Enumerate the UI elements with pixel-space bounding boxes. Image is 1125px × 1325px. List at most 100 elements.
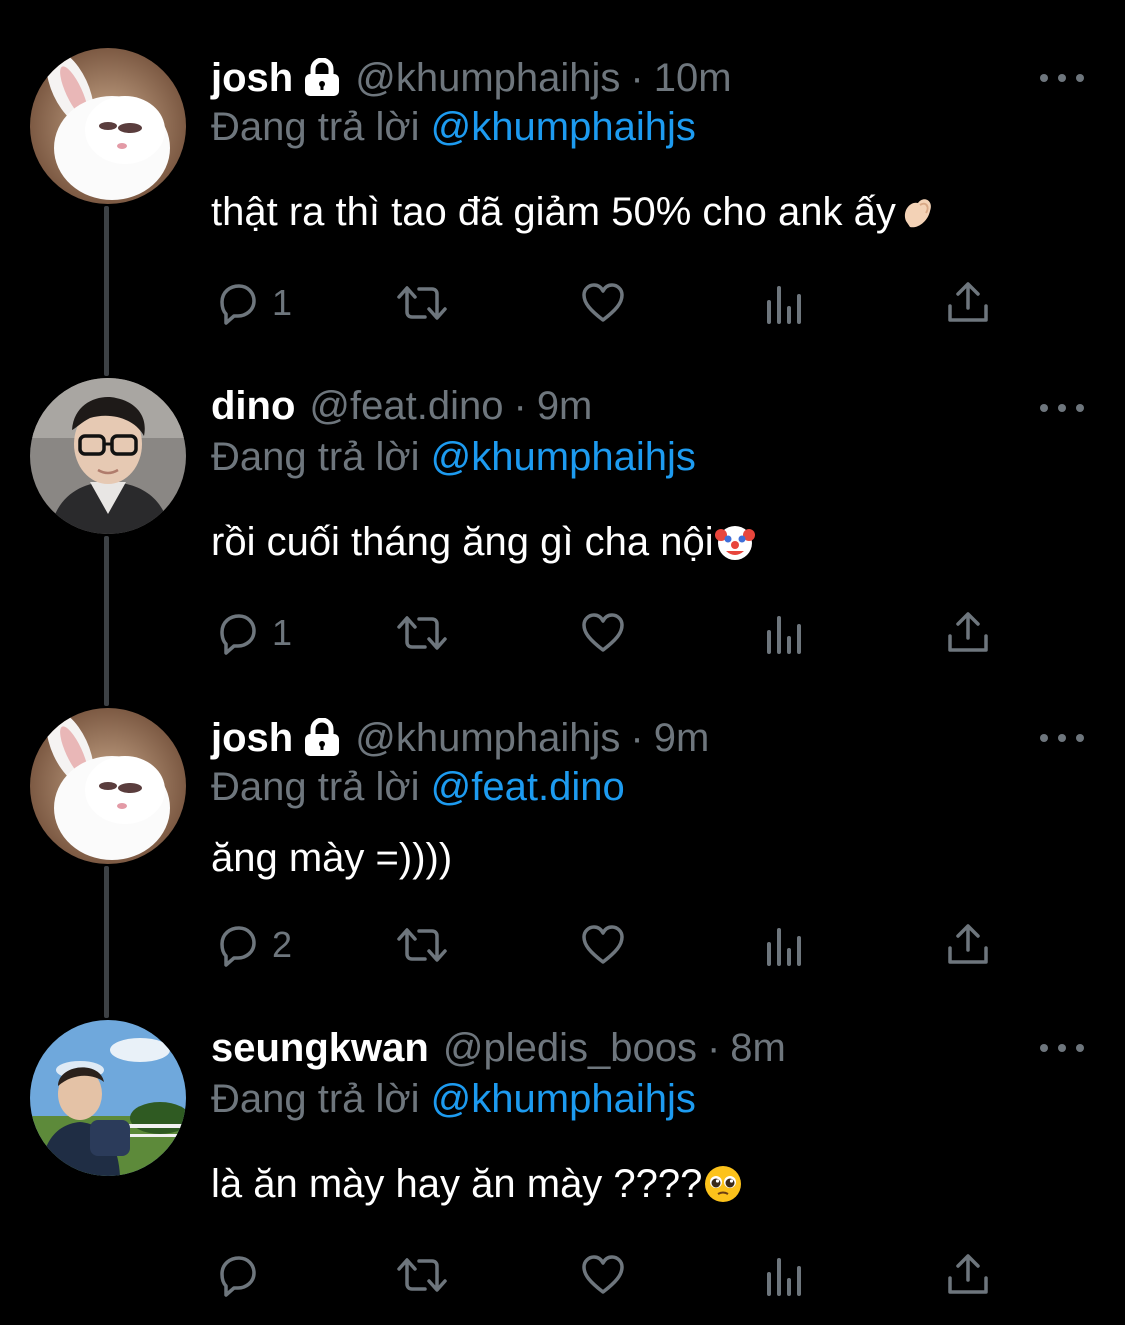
retweet-button[interactable] <box>395 920 449 970</box>
mention-link[interactable]: @khumphaihjs <box>431 435 696 479</box>
tweet-text: rồi cuối tháng ăng gì cha nội <box>211 516 756 568</box>
heart-icon <box>582 925 624 964</box>
reply-icon <box>220 1256 256 1297</box>
analytics-button[interactable] <box>764 1250 810 1300</box>
retweet-icon <box>397 616 447 650</box>
more-options-icon[interactable] <box>1040 398 1084 418</box>
tweet-actions: 2 <box>0 920 1125 970</box>
tweet-header: seungkwan @pledis_boos · 8m <box>211 1022 786 1074</box>
reply-icon <box>220 926 256 967</box>
reply-button[interactable] <box>214 1250 272 1300</box>
tweet[interactable]: seungkwan @pledis_boos · 8m Đang trả lời… <box>0 1020 1125 1310</box>
timestamp[interactable]: 9m <box>654 712 710 764</box>
user-handle[interactable]: @khumphaihjs <box>355 712 620 764</box>
mention-link[interactable]: @khumphaihjs <box>431 1077 696 1121</box>
tweet-header: josh @khumphaihjs · 9m <box>211 712 709 764</box>
tweet-actions: 1 <box>0 608 1125 658</box>
avatar[interactable] <box>30 1020 186 1176</box>
tweet[interactable]: dino @feat.dino · 9m Đang trả lời @khump… <box>0 378 1125 678</box>
tweet-body: ăng mày =)))) <box>211 836 453 880</box>
avatar[interactable] <box>30 708 186 864</box>
analytics-icon <box>767 286 801 324</box>
timestamp[interactable]: 8m <box>730 1022 786 1074</box>
avatar[interactable] <box>30 48 186 204</box>
tweet-text: thật ra thì tao đã giảm 50% cho ank ấy <box>211 186 938 238</box>
display-name[interactable]: josh <box>211 52 293 104</box>
separator-dot: · <box>630 716 644 760</box>
analytics-icon <box>767 616 801 654</box>
like-button[interactable] <box>580 278 626 328</box>
tweet[interactable]: josh @khumphaihjs · 10m Đang trả lời @kh… <box>0 48 1125 348</box>
share-button[interactable] <box>945 920 991 970</box>
like-button[interactable] <box>580 608 626 658</box>
outdoor-person-avatar <box>30 1020 186 1176</box>
tweet-body: rồi cuối tháng ăng gì cha nội <box>211 520 714 564</box>
tweet-actions <box>0 1250 1125 1300</box>
reply-count: 1 <box>272 612 293 653</box>
heart-icon <box>582 1255 624 1294</box>
mention-link[interactable]: @feat.dino <box>431 765 625 809</box>
replying-to-label: Đang trả lời <box>211 435 420 479</box>
separator-dot: · <box>513 384 527 428</box>
mention-link[interactable]: @khumphaihjs <box>431 105 696 149</box>
heart-icon <box>582 613 624 652</box>
pinching-hand-emoji <box>904 199 931 228</box>
reply-icon <box>220 614 256 655</box>
like-button[interactable] <box>580 1250 626 1300</box>
replying-to-label: Đang trả lời <box>211 1077 420 1121</box>
separator-dot: · <box>706 1026 721 1070</box>
analytics-icon <box>767 1258 801 1296</box>
replying-to: Đang trả lời @khumphaihjs <box>211 432 696 482</box>
tweet-body: thật ra thì tao đã giảm 50% cho ank ấy <box>211 190 896 234</box>
retweet-button[interactable] <box>395 278 449 328</box>
display-name[interactable]: josh <box>211 712 293 764</box>
share-button[interactable] <box>945 1250 991 1300</box>
glasses-person-avatar <box>30 378 186 534</box>
clown-face-emoji <box>714 526 755 560</box>
tweet-actions: 1 <box>0 278 1125 328</box>
more-options-icon[interactable] <box>1040 1038 1084 1058</box>
reply-button[interactable]: 2 <box>214 920 292 970</box>
heart-icon <box>582 283 624 322</box>
separator-dot: · <box>630 56 644 100</box>
share-button[interactable] <box>945 278 991 328</box>
replying-to: Đang trả lời @feat.dino <box>211 762 625 812</box>
user-handle[interactable]: @khumphaihjs <box>355 52 620 104</box>
tweet-text: ăng mày =)))) <box>211 832 452 884</box>
display-name[interactable]: seungkwan <box>211 1022 429 1074</box>
tweet[interactable]: josh @khumphaihjs · 9m Đang trả lời @fea… <box>0 708 1125 988</box>
retweet-icon <box>397 928 447 962</box>
analytics-button[interactable] <box>764 608 810 658</box>
display-name[interactable]: dino <box>211 380 295 432</box>
timestamp[interactable]: 9m <box>537 380 593 432</box>
more-options-icon[interactable] <box>1040 68 1084 88</box>
analytics-icon <box>767 928 801 966</box>
replying-to: Đang trả lời @khumphaihjs <box>211 1074 696 1124</box>
avatar[interactable] <box>30 378 186 534</box>
tweet-text: là ăn mày hay ăn mày ???? <box>211 1158 744 1210</box>
tweet-header: dino @feat.dino · 9m <box>211 380 592 432</box>
more-options-icon[interactable] <box>1040 728 1084 748</box>
replying-to-label: Đang trả lời <box>211 765 420 809</box>
analytics-button[interactable] <box>764 920 810 970</box>
share-button[interactable] <box>945 608 991 658</box>
reply-count: 1 <box>272 282 293 323</box>
share-icon <box>948 612 988 652</box>
retweet-button[interactable] <box>395 1250 449 1300</box>
share-icon <box>948 1254 988 1294</box>
lock-icon <box>303 58 341 98</box>
retweet-button[interactable] <box>395 608 449 658</box>
analytics-button[interactable] <box>764 278 810 328</box>
reply-button[interactable]: 1 <box>214 278 292 328</box>
tweet-body: là ăn mày hay ăn mày ???? <box>211 1162 703 1206</box>
white-rabbit-avatar <box>30 708 186 864</box>
user-handle[interactable]: @pledis_boos <box>443 1022 697 1074</box>
reply-icon <box>220 284 256 325</box>
timestamp[interactable]: 10m <box>654 52 732 104</box>
pleading-face-emoji <box>705 1166 742 1202</box>
share-icon <box>948 282 988 322</box>
like-button[interactable] <box>580 920 626 970</box>
user-handle[interactable]: @feat.dino <box>309 380 503 432</box>
retweet-icon <box>397 1258 447 1292</box>
reply-button[interactable]: 1 <box>214 608 292 658</box>
